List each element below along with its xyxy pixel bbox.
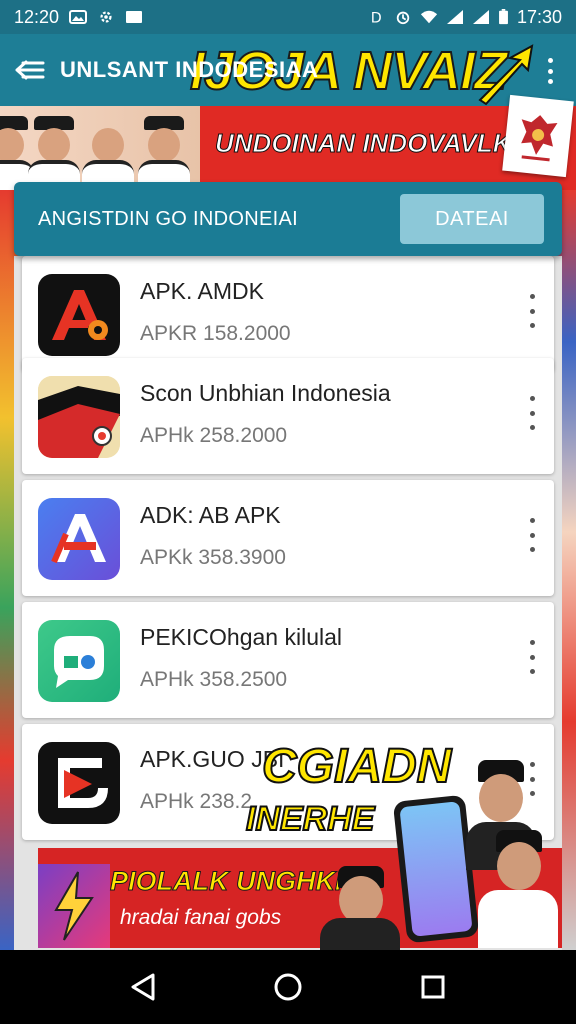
app-name: PEKICOhgan kilulal xyxy=(140,624,342,650)
list-item[interactable]: ADK: AB APK APKk 358.3900 xyxy=(22,480,554,596)
list-item[interactable]: PEKICOhgan kilulal APHk 358.2500 xyxy=(22,602,554,718)
vibrate-icon: D xyxy=(371,10,382,25)
more-dot-icon xyxy=(529,518,535,523)
officer-figure xyxy=(478,830,558,948)
green-chat-icon xyxy=(38,620,120,702)
promo-subtitle: hradai fanai gobs xyxy=(120,906,282,929)
officer-figure xyxy=(320,866,400,950)
menu-button[interactable] xyxy=(0,34,60,106)
home-circle-icon xyxy=(274,973,302,1001)
more-dot-icon xyxy=(529,425,535,430)
back-arrow-icon xyxy=(15,60,45,80)
more-dot-icon xyxy=(529,547,535,552)
more-dot-icon xyxy=(529,640,535,645)
promo-headline-2: INERHE xyxy=(245,799,375,839)
item-overflow-button[interactable] xyxy=(526,518,538,552)
back-triangle-icon xyxy=(131,973,155,1001)
more-dot-icon xyxy=(529,410,535,416)
recents-square-icon xyxy=(421,975,445,999)
more-dot-icon xyxy=(547,58,553,63)
alarm-icon xyxy=(396,11,410,25)
item-overflow-button[interactable] xyxy=(526,294,538,328)
more-dot-icon xyxy=(529,396,535,401)
blue-a-icon xyxy=(38,498,120,580)
app-meta: APKk 358.3900 xyxy=(140,546,286,569)
officer-figure xyxy=(136,112,192,190)
more-dot-icon xyxy=(547,68,553,74)
list-item[interactable]: Scon Unbhian Indonesia APHk 258.2000 xyxy=(22,358,554,474)
yellow-arrow-icon xyxy=(478,44,534,106)
message-notification-icon xyxy=(126,11,143,23)
section-title: ANGISTDIN GO INDONEIAI xyxy=(38,207,298,230)
app-name: APK. AMDK xyxy=(140,278,264,304)
banner-subtitle: UNDOINAN INDOVAVLK xyxy=(215,128,513,159)
list-item[interactable]: APK. AMDK APKR 158.2000 xyxy=(22,256,554,372)
officer-figure xyxy=(80,112,136,190)
lightning-app-icon xyxy=(38,864,110,948)
back-button[interactable] xyxy=(118,962,168,1012)
more-dot-icon xyxy=(529,654,535,660)
app-title: UNLSANT INDODESIAA xyxy=(60,57,319,82)
more-dot-icon xyxy=(547,79,553,84)
banner-people-image xyxy=(0,106,200,190)
app-meta: APHk 358.2500 xyxy=(140,668,288,691)
home-button[interactable] xyxy=(263,962,313,1012)
app-name: Scon Unbhian Indonesia xyxy=(140,380,391,406)
more-dot-icon xyxy=(529,294,535,299)
red-play-icon xyxy=(38,742,120,824)
more-dot-icon xyxy=(529,669,535,674)
flag-folder-icon xyxy=(38,376,120,458)
promo-headline-1: CGIADN xyxy=(261,740,452,793)
navigation-bar xyxy=(0,950,576,1024)
signal-icon-2 xyxy=(472,10,489,24)
image-notification-icon xyxy=(69,10,88,24)
more-dot-icon xyxy=(529,532,535,538)
status-bar: 12:20 D 17:30 xyxy=(0,0,576,34)
more-dot-icon xyxy=(529,323,535,328)
item-overflow-button[interactable] xyxy=(526,640,538,674)
battery-icon xyxy=(499,9,508,25)
app-meta: APKR 158.2000 xyxy=(140,322,291,345)
svg-text:D: D xyxy=(371,10,382,25)
recents-button[interactable] xyxy=(408,962,458,1012)
settings-notification-icon xyxy=(100,11,112,23)
officer-figure xyxy=(26,112,82,190)
app-meta: APHk 238.2 xyxy=(140,790,253,813)
overflow-menu-button[interactable] xyxy=(542,56,558,86)
more-dot-icon xyxy=(529,308,535,314)
app-name: ADK: AB APK xyxy=(140,502,281,528)
detail-button[interactable]: DATEAI xyxy=(400,194,544,244)
status-time-right: 17:30 xyxy=(516,6,562,27)
red-a-icon xyxy=(38,274,120,356)
signal-icon-1 xyxy=(446,10,463,24)
app-meta: APHk 258.2000 xyxy=(140,424,288,447)
item-overflow-button[interactable] xyxy=(526,396,538,430)
wifi-icon xyxy=(420,10,438,24)
status-time-left: 12:20 xyxy=(14,6,60,27)
section-header-card: ANGISTDIN GO INDONEIAI DATEAI xyxy=(14,182,562,256)
